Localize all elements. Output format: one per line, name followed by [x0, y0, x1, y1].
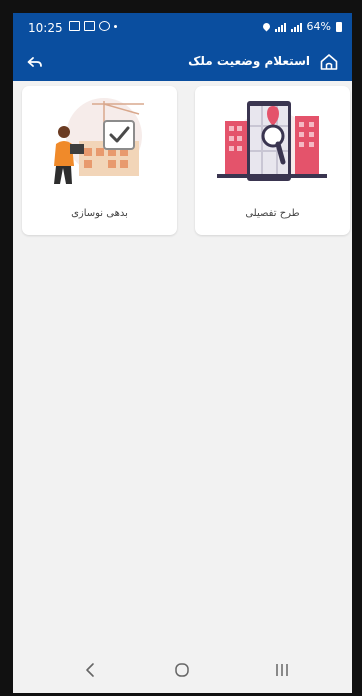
gallery-notification-icon: [69, 21, 80, 31]
battery-icon: [336, 21, 342, 32]
signal-icon: [274, 22, 286, 32]
status-time: 10:25: [28, 21, 63, 35]
signal-2-icon: [290, 22, 302, 32]
recents-icon[interactable]: [272, 660, 292, 680]
message-notification-icon: [84, 21, 95, 31]
app-notification-icon: [99, 21, 110, 31]
battery-percent: 64%: [306, 20, 331, 33]
home-nav-icon[interactable]: [172, 660, 192, 680]
status-bar: 10:25 64%: [13, 13, 352, 43]
card-detailed-plan[interactable]: طرح تفصیلی: [195, 86, 350, 235]
card-label: بدهی نوسازی: [71, 208, 128, 219]
card-renovation-debt[interactable]: بدهی نوسازی: [22, 86, 177, 235]
back-arrow-icon[interactable]: [25, 52, 45, 72]
notification-icons: [69, 21, 117, 31]
status-indicators: 64%: [261, 20, 342, 33]
system-nav-bar: [13, 647, 352, 693]
page-title: استعلام وضعیت ملک: [188, 54, 310, 68]
phone-screen: 10:25 64% استعلام وضعیت ملک طرح تفصیلی ب…: [13, 13, 352, 693]
app-bar: استعلام وضعیت ملک: [13, 43, 352, 81]
card-label: طرح تفصیلی: [245, 208, 300, 219]
more-notifications-icon: [114, 24, 117, 28]
map-search-icon: [217, 101, 327, 181]
location-icon: [261, 21, 271, 32]
home-icon[interactable]: [319, 52, 339, 72]
renovation-check-icon: [54, 98, 144, 184]
back-icon[interactable]: [81, 660, 101, 680]
